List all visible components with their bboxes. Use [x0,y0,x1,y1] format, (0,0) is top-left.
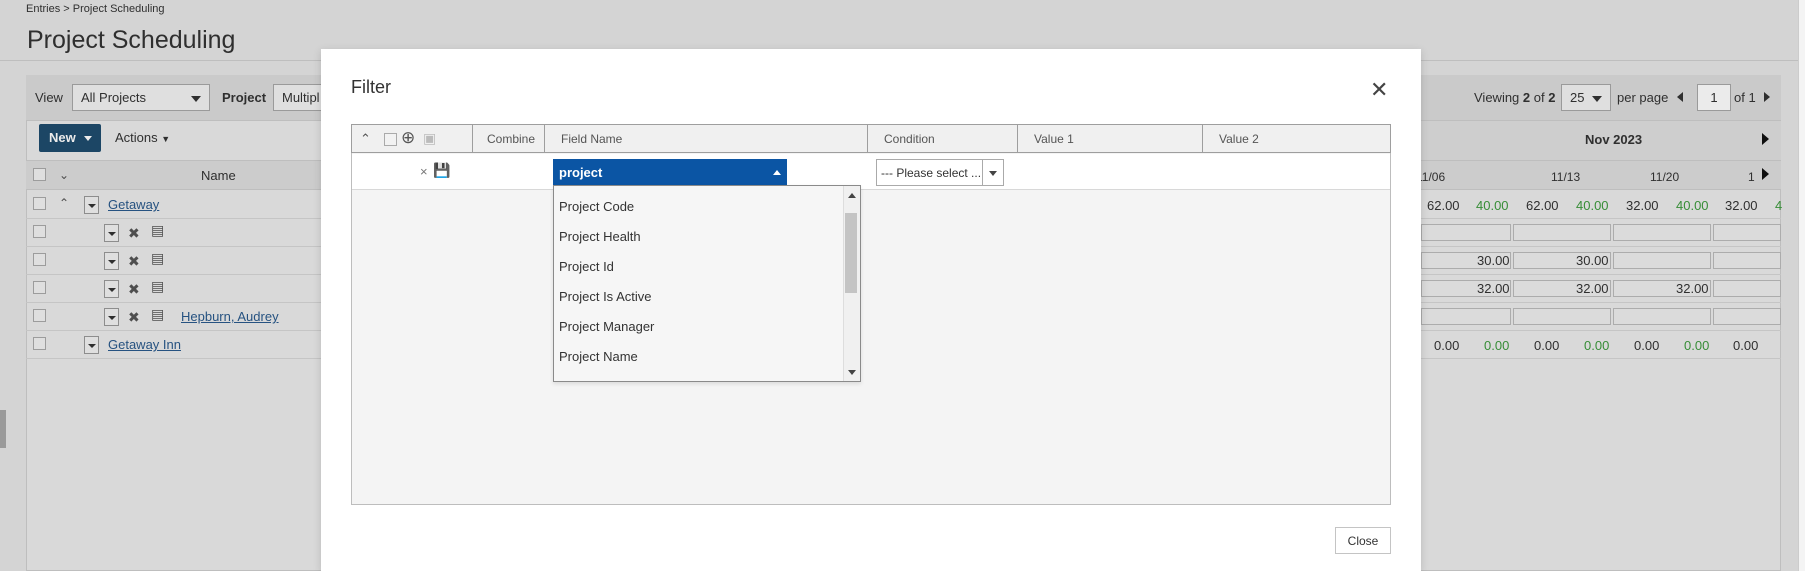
value1-column-header: Value 1 [1034,132,1074,146]
chevron-down-icon [989,171,997,176]
scroll-up-icon[interactable] [848,193,856,198]
field-name-input[interactable]: project [559,165,602,180]
select-all-filters-checkbox[interactable] [384,133,397,146]
add-icon[interactable]: ⊕ [401,128,415,148]
scrollbar[interactable] [1798,0,1805,571]
side-panel-toggle[interactable] [0,410,6,448]
dropdown-option[interactable]: Project Id [559,259,614,274]
field-name-combobox[interactable]: project [553,159,787,186]
field-name-dropdown: Project Code Project Health Project Id P… [553,185,861,382]
value2-column-header: Value 2 [1219,132,1259,146]
column-divider [544,124,545,153]
close-icon[interactable]: ✕ [1370,79,1388,101]
field-name-column-header: Field Name [561,132,623,146]
column-divider [867,124,868,153]
column-divider [472,124,473,153]
save-icon[interactable]: 💾 [433,162,450,179]
dropdown-option[interactable]: Project Health [559,229,641,244]
select-divider [982,160,983,185]
collapse-icon[interactable]: ⌃ [360,131,371,147]
condition-select[interactable]: --- Please select ... [876,159,1004,186]
filter-row [352,154,1390,190]
dropdown-option[interactable]: Project Code [559,199,634,214]
dropdown-option[interactable]: Project Name [559,349,638,364]
remove-icon[interactable]: × [420,164,428,179]
dropdown-option[interactable]: Project Manager [559,319,654,334]
combine-column-header: Combine [487,132,536,146]
scroll-down-icon[interactable] [848,370,856,375]
close-button[interactable]: Close [1335,527,1391,554]
dialog-title: Filter [351,77,391,97]
condition-placeholder: --- Please select ... [881,166,982,180]
dropdown-scroll-thumb[interactable] [845,213,857,293]
delete-icon[interactable]: ▣ [423,130,436,147]
chevron-up-icon [773,170,781,175]
dropdown-option[interactable]: Project Is Active [559,289,651,304]
column-divider [1202,124,1203,153]
column-divider [1017,124,1018,153]
condition-column-header: Condition [884,132,935,146]
